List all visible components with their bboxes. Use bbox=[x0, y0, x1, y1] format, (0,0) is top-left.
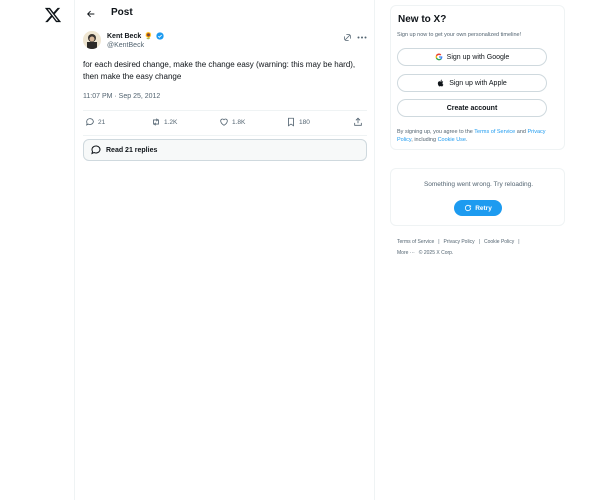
x-logo-icon[interactable] bbox=[44, 6, 62, 24]
author-handle[interactable]: @KentBeck bbox=[107, 42, 144, 49]
verified-badge-icon bbox=[156, 32, 164, 40]
share-icon bbox=[354, 117, 362, 126]
create-account-button[interactable]: Create account bbox=[397, 99, 547, 117]
footer-more-link[interactable]: More ··· bbox=[397, 248, 415, 259]
tweet-timestamp[interactable]: 11:07 PM · Sep 25, 2012 bbox=[83, 93, 160, 100]
speech-bubble-icon bbox=[91, 145, 101, 155]
error-message: Something went wrong. Try reloading. bbox=[423, 181, 534, 188]
divider bbox=[83, 110, 367, 111]
footer-cookie-link[interactable]: Cookie Policy bbox=[484, 237, 514, 248]
google-icon bbox=[435, 53, 443, 61]
retry-label: Retry bbox=[475, 204, 492, 212]
legal-end: . bbox=[466, 137, 468, 143]
main-column: Post Kent Beck 🌻 @KentBeck for each desi… bbox=[75, 0, 375, 500]
like-button[interactable]: 1.8K bbox=[219, 117, 245, 127]
reply-count: 21 bbox=[98, 118, 106, 126]
post-header: Post bbox=[75, 0, 375, 28]
author-name[interactable]: Kent Beck bbox=[107, 33, 141, 40]
footer-separator: | bbox=[478, 239, 480, 245]
footer-links: Terms of Service | Privacy Policy | Cookie… bbox=[397, 237, 567, 259]
retry-button[interactable]: Retry bbox=[454, 200, 502, 216]
tweet-actions: 21 1.2K 1.8K 180 bbox=[83, 115, 367, 131]
signup-title: New to X? bbox=[398, 14, 447, 25]
footer-separator: | bbox=[438, 239, 440, 245]
footer-terms-link[interactable]: Terms of Service bbox=[397, 237, 434, 248]
refresh-icon bbox=[465, 204, 472, 212]
legal-prefix: By signing up, you agree to the bbox=[397, 129, 475, 135]
read-replies-button[interactable]: Read 21 replies bbox=[83, 139, 367, 161]
google-signup-button[interactable]: Sign up with Google bbox=[397, 48, 547, 66]
like-count: 1.8K bbox=[232, 118, 246, 126]
tweet-text: for each desired change, make the change… bbox=[83, 60, 356, 81]
legal-including: , including bbox=[411, 137, 438, 143]
apple-icon bbox=[438, 79, 444, 87]
heart-icon bbox=[220, 118, 228, 126]
page-title: Post bbox=[111, 7, 133, 18]
repost-button[interactable]: 1.2K bbox=[151, 117, 177, 127]
reply-icon bbox=[86, 118, 94, 126]
apple-signup-button[interactable]: Sign up with Apple bbox=[397, 74, 547, 92]
more-options-icon[interactable] bbox=[357, 33, 367, 42]
error-card: Something went wrong. Try reloading. Ret… bbox=[390, 168, 565, 226]
bookmark-button[interactable]: 180 bbox=[286, 117, 310, 127]
author-emoji: 🌻 bbox=[144, 33, 153, 40]
share-button[interactable] bbox=[353, 117, 363, 127]
footer-separator: | bbox=[518, 239, 520, 245]
author-name-row[interactable]: Kent Beck 🌻 bbox=[107, 32, 164, 40]
footer-privacy-link[interactable]: Privacy Policy bbox=[444, 237, 475, 248]
signup-card: New to X? Sign up now to get your own pe… bbox=[390, 5, 565, 150]
back-button[interactable] bbox=[83, 6, 99, 22]
google-signup-label: Sign up with Google bbox=[446, 53, 510, 61]
grok-icon[interactable] bbox=[343, 33, 352, 42]
signup-subtitle: Sign up now to get your own personalized… bbox=[397, 32, 522, 38]
read-replies-label: Read 21 replies bbox=[106, 146, 158, 154]
reply-button[interactable]: 21 bbox=[85, 117, 105, 127]
create-account-label: Create account bbox=[446, 104, 498, 112]
avatar[interactable] bbox=[83, 31, 101, 49]
bookmark-count: 180 bbox=[299, 118, 310, 126]
arrow-left-icon bbox=[87, 10, 95, 18]
bookmark-icon bbox=[288, 117, 294, 127]
divider bbox=[83, 135, 367, 136]
legal-and: and bbox=[515, 129, 526, 135]
left-nav-rail bbox=[0, 0, 75, 500]
footer-copyright: © 2025 X Corp. bbox=[418, 250, 454, 256]
apple-signup-label: Sign up with Apple bbox=[449, 79, 507, 87]
avatar-image bbox=[83, 31, 101, 49]
repost-icon bbox=[153, 118, 159, 126]
terms-link[interactable]: Terms of Service bbox=[474, 129, 515, 135]
repost-count: 1.2K bbox=[164, 118, 178, 126]
signup-legal-text: By signing up, you agree to the Terms of… bbox=[397, 128, 557, 144]
cookie-use-link[interactable]: Cookie Use bbox=[438, 137, 466, 143]
